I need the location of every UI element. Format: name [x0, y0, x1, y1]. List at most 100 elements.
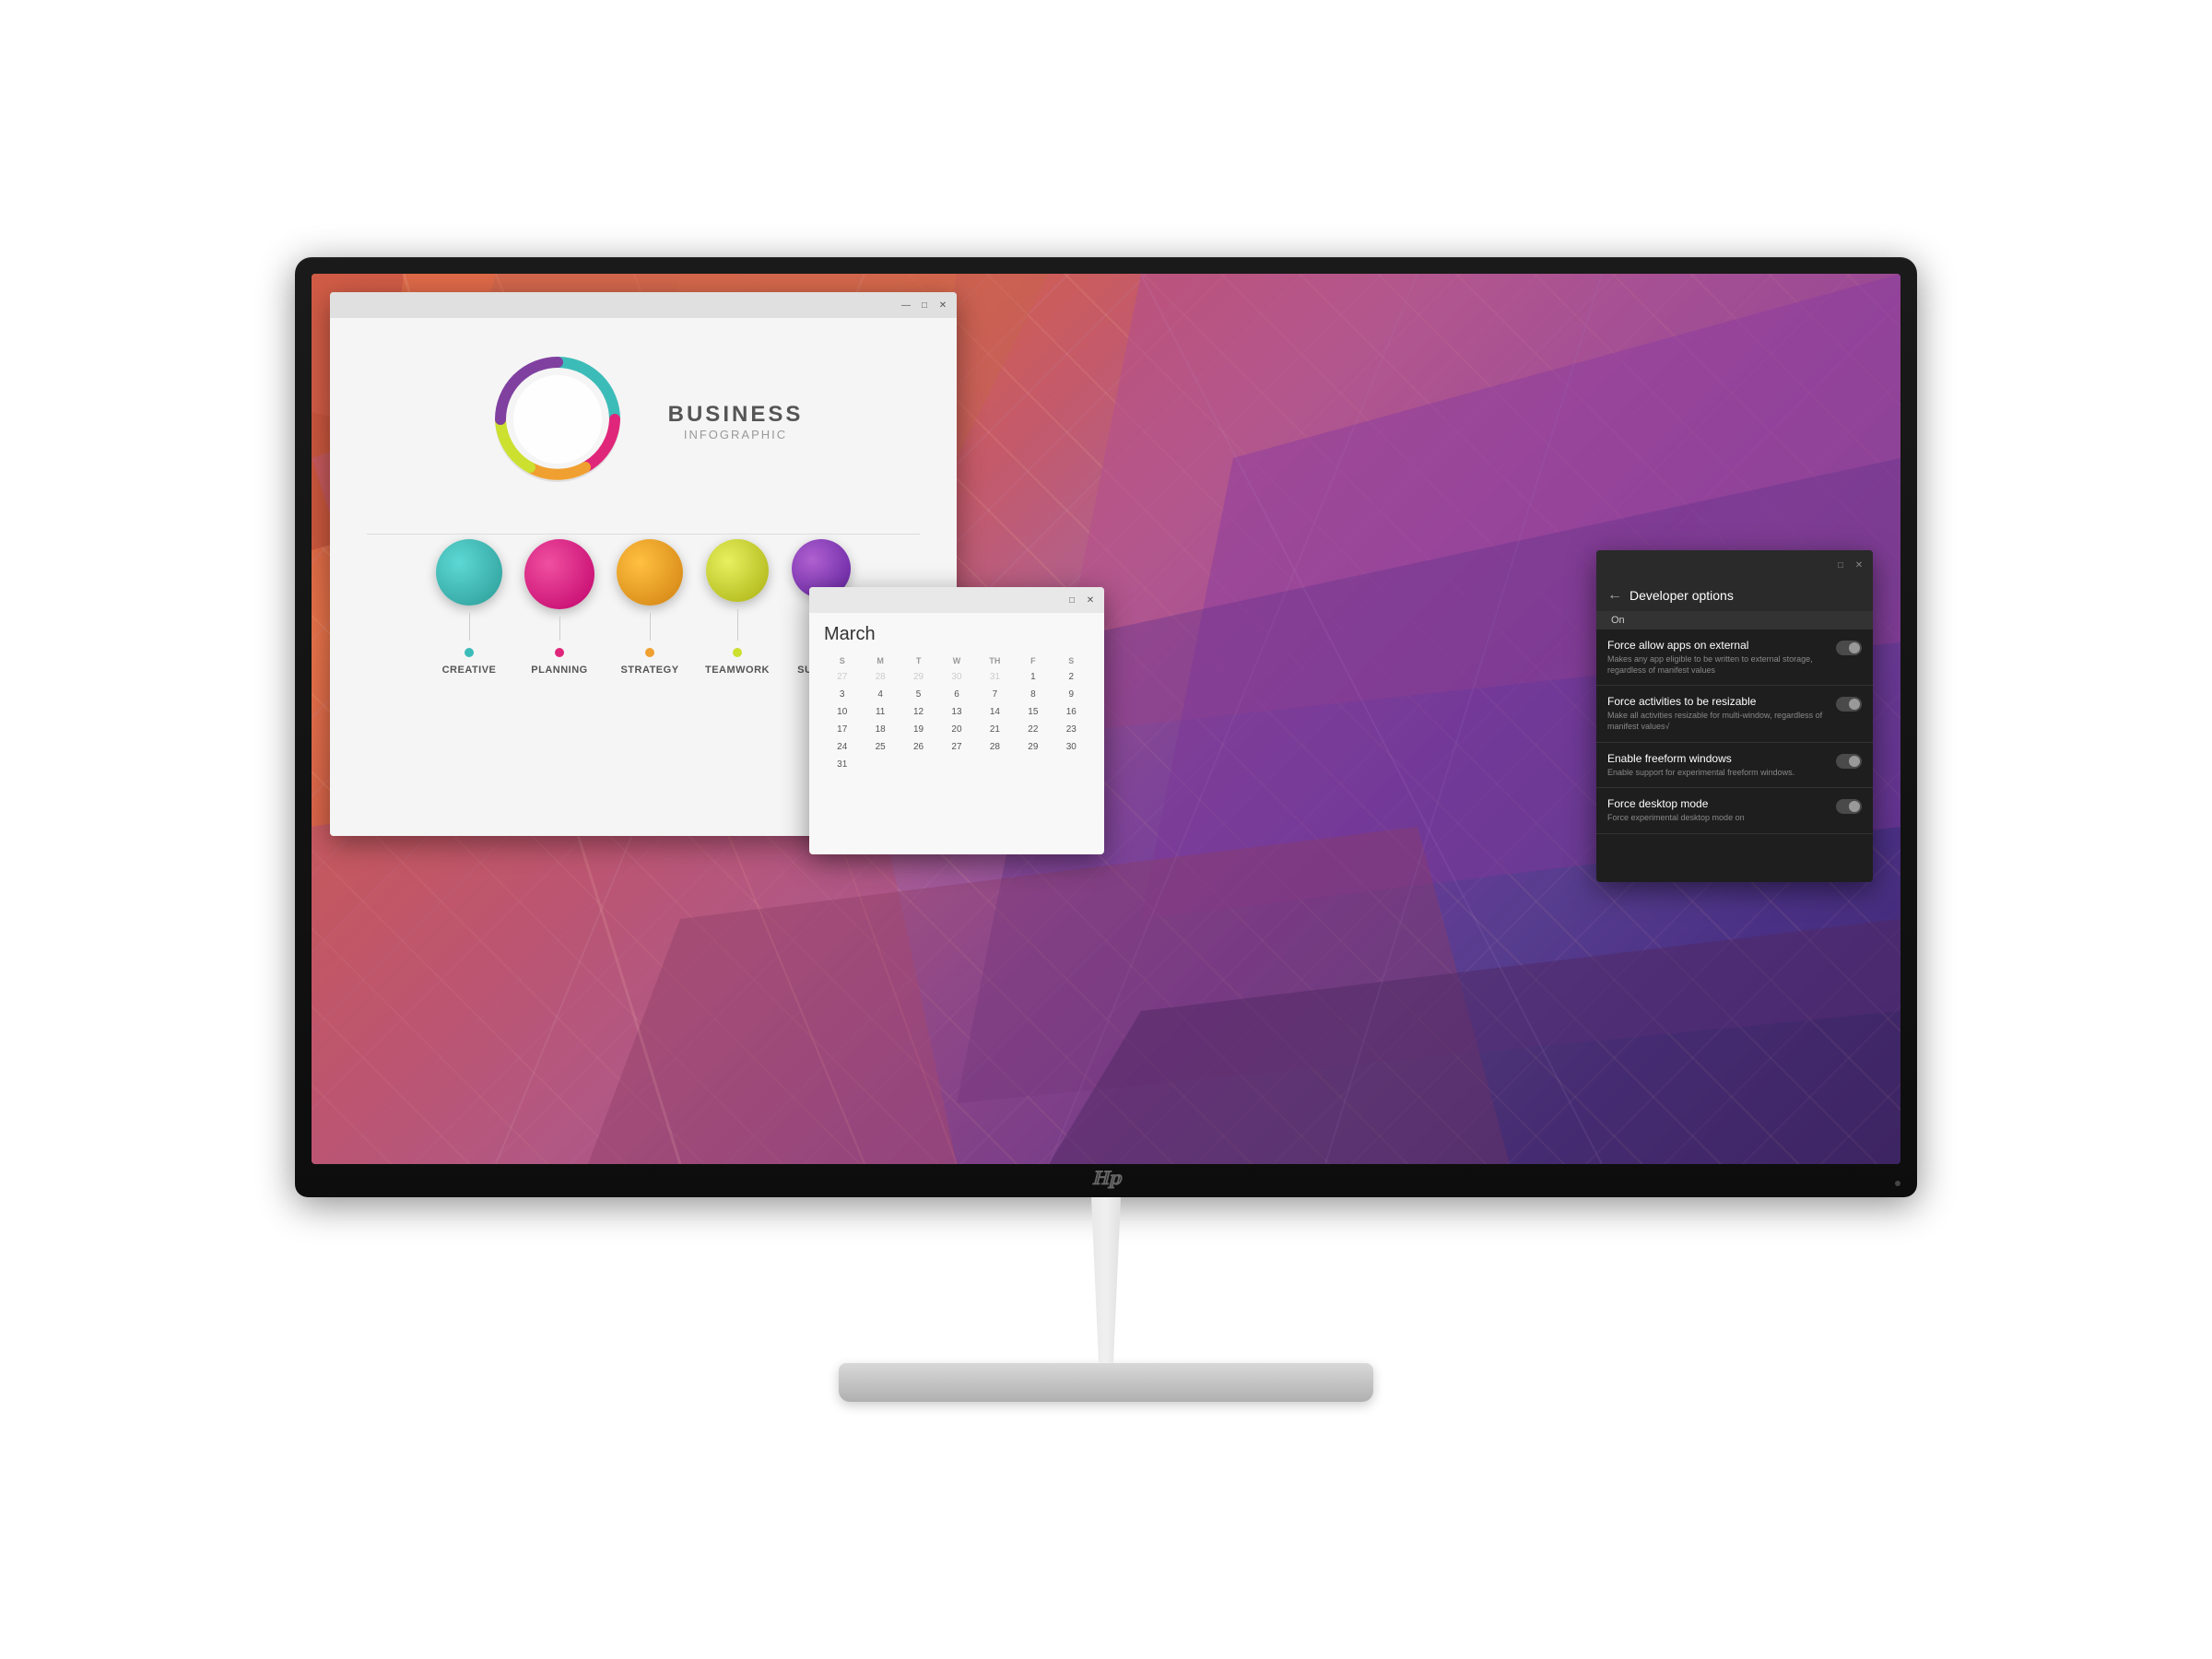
hp-logo: ℍ𝕡 [1092, 1167, 1121, 1190]
calendar-close-button[interactable]: ✕ [1084, 594, 1097, 606]
cal-day[interactable]: 1 [1015, 669, 1051, 685]
cal-day[interactable]: 29 [900, 669, 936, 685]
bubble-dot [465, 648, 474, 657]
bubble-teamwork: TEAMWORK [705, 539, 770, 676]
dev-option-desc-2: Make all activities resizable for multi-… [1607, 711, 1829, 732]
cal-day[interactable]: 28 [862, 669, 898, 685]
dev-option-desc-3: Enable support for experimental freeform… [1607, 768, 1829, 779]
cal-day[interactable]: 31 [824, 757, 860, 772]
cal-day[interactable]: 9 [1053, 687, 1089, 702]
cal-day [862, 757, 898, 772]
cal-day[interactable]: 15 [1015, 704, 1051, 720]
dev-option-title-3: Enable freeform windows [1607, 752, 1829, 765]
cal-day[interactable]: 25 [862, 739, 898, 755]
bubble-line [650, 613, 651, 641]
cal-day[interactable]: 30 [1053, 739, 1089, 755]
cal-day[interactable]: 12 [900, 704, 936, 720]
cal-day[interactable]: 4 [862, 687, 898, 702]
cal-header-t1: T [900, 654, 936, 667]
bubble-label-teamwork: TEAMWORK [705, 665, 770, 676]
calendar-titlebar: □ ✕ [809, 587, 1104, 613]
cal-day[interactable]: 23 [1053, 722, 1089, 737]
calendar-grid: S M T W TH F S 27 28 29 30 31 1 [824, 654, 1089, 772]
dev-title-label: Developer options [1630, 588, 1734, 603]
toggle-switch-2[interactable] [1836, 697, 1862, 712]
cal-day[interactable]: 18 [862, 722, 898, 737]
dev-header: ← Developer options [1596, 580, 1873, 611]
toggle-switch-1[interactable] [1836, 641, 1862, 655]
cal-day[interactable]: 24 [824, 739, 860, 755]
cal-day[interactable]: 31 [977, 669, 1013, 685]
dev-option-4: Force desktop mode Force experimental de… [1596, 788, 1873, 834]
cal-day [1053, 757, 1089, 772]
cal-day[interactable]: 8 [1015, 687, 1051, 702]
cal-day[interactable]: 14 [977, 704, 1013, 720]
dev-option-desc-4: Force experimental desktop mode on [1607, 813, 1829, 824]
cal-header-s1: S [824, 654, 860, 667]
toggle-knob-3 [1849, 756, 1860, 767]
cal-day[interactable]: 29 [1015, 739, 1051, 755]
monitor-screen: — □ ✕ [312, 274, 1900, 1164]
dev-option-title-1: Force allow apps on external [1607, 639, 1829, 652]
cal-header-m: M [862, 654, 898, 667]
toggle-knob-1 [1849, 642, 1860, 653]
toggle-knob-4 [1849, 801, 1860, 812]
dev-option-3: Enable freeform windows Enable support f… [1596, 743, 1873, 789]
cal-day[interactable]: 30 [938, 669, 974, 685]
cal-header-w: W [938, 654, 974, 667]
cal-day[interactable]: 27 [938, 739, 974, 755]
developer-options-window: □ ✕ ← Developer options On Force allow a… [1596, 550, 1873, 882]
toggle-switch-3[interactable] [1836, 754, 1862, 769]
toggle-knob-2 [1849, 699, 1860, 710]
calendar-window: □ ✕ March S M T W TH F S 27 [809, 587, 1104, 854]
dev-back-button[interactable]: ← [1607, 587, 1622, 604]
cal-day[interactable]: 2 [1053, 669, 1089, 685]
bubble-dot [733, 648, 742, 657]
dev-maximize-button[interactable]: □ [1834, 559, 1847, 571]
infographic-titlebar: — □ ✕ [330, 292, 957, 318]
dev-titlebar: □ ✕ [1596, 550, 1873, 580]
cal-day[interactable]: 7 [977, 687, 1013, 702]
cal-day[interactable]: 13 [938, 704, 974, 720]
monitor-stand-neck [1069, 1197, 1143, 1363]
close-button[interactable]: ✕ [936, 299, 949, 312]
cal-day [938, 757, 974, 772]
bubble-label-planning: PLANNING [531, 665, 587, 676]
bubble-planning: PLANNING [524, 539, 594, 676]
cal-day[interactable]: 11 [862, 704, 898, 720]
maximize-button[interactable]: □ [918, 299, 931, 312]
cal-day[interactable]: 28 [977, 739, 1013, 755]
bubble-line [559, 617, 560, 641]
dev-close-button[interactable]: ✕ [1853, 559, 1865, 571]
cal-header-th: TH [977, 654, 1013, 667]
cal-day[interactable]: 20 [938, 722, 974, 737]
bubble-dot [645, 648, 654, 657]
cal-header-s2: S [1053, 654, 1089, 667]
dev-option-1: Force allow apps on external Makes any a… [1596, 629, 1873, 686]
cal-day[interactable]: 6 [938, 687, 974, 702]
bubble-creative-circle [436, 539, 502, 606]
cal-day[interactable]: 10 [824, 704, 860, 720]
minimize-button[interactable]: — [900, 299, 912, 312]
bubble-teamwork-circle [706, 539, 769, 602]
dev-option-desc-1: Makes any app eligible to be written to … [1607, 654, 1829, 676]
cal-day[interactable]: 17 [824, 722, 860, 737]
calendar-maximize-button[interactable]: □ [1065, 594, 1078, 606]
monitor-stand-base [839, 1363, 1373, 1402]
bubble-creative: CREATIVE [436, 539, 502, 676]
cal-day[interactable]: 5 [900, 687, 936, 702]
cal-day[interactable]: 26 [900, 739, 936, 755]
infographic-title: BUSINESS INFOGRAPHIC [668, 402, 804, 441]
toggle-switch-4[interactable] [1836, 799, 1862, 814]
cal-day[interactable]: 22 [1015, 722, 1051, 737]
cal-day[interactable]: 21 [977, 722, 1013, 737]
bubble-strategy: STRATEGY [617, 539, 683, 676]
power-indicator [1895, 1181, 1900, 1186]
dev-on-badge: On [1596, 611, 1873, 629]
cal-day[interactable]: 19 [900, 722, 936, 737]
cal-day[interactable]: 27 [824, 669, 860, 685]
infographic-bubbles: CREATIVE PLANNING [436, 539, 851, 676]
monitor-bezel: — □ ✕ [295, 257, 1917, 1197]
cal-day[interactable]: 3 [824, 687, 860, 702]
cal-day[interactable]: 16 [1053, 704, 1089, 720]
